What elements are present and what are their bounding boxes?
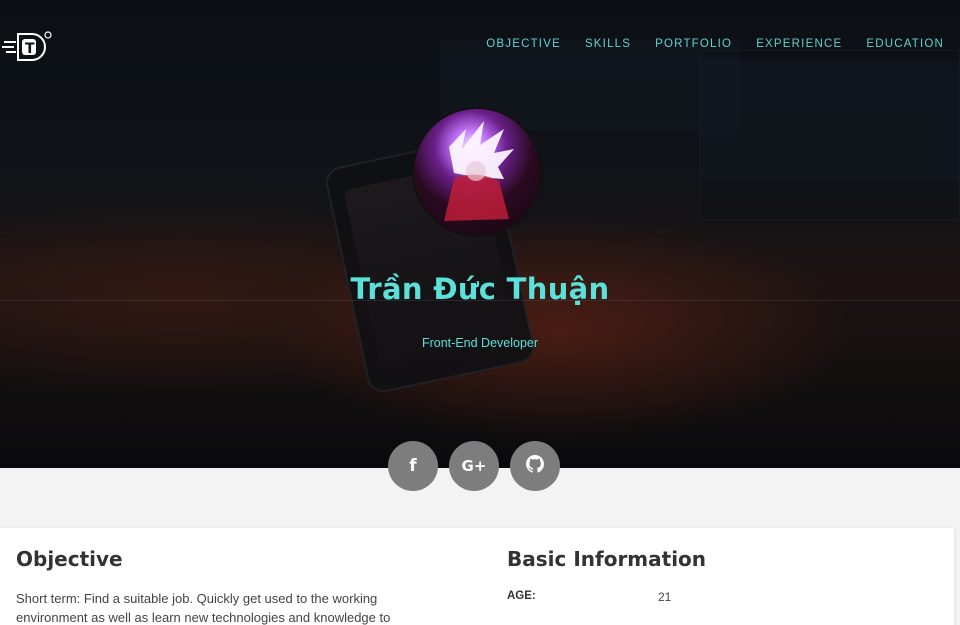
- objective-text: Short term: Find a suitable job. Quickly…: [16, 591, 391, 625]
- google-plus-button[interactable]: G+: [449, 441, 499, 491]
- nav-objective[interactable]: OBJECTIVE: [486, 38, 561, 50]
- hero-name: Trần Đức Thuận: [350, 272, 610, 306]
- nav-education[interactable]: EDUCATION: [866, 38, 944, 50]
- nav-experience[interactable]: EXPERIENCE: [756, 38, 842, 50]
- google-plus-icon: G+: [461, 457, 487, 475]
- basic-info-title: Basic Information: [507, 547, 707, 571]
- brand-logo-icon[interactable]: T: [2, 30, 52, 64]
- social-links: f G+: [388, 441, 560, 491]
- nav-portfolio[interactable]: PORTFOLIO: [655, 38, 732, 50]
- facebook-icon: f: [409, 456, 417, 476]
- nav-skills[interactable]: SKILLS: [585, 38, 631, 50]
- github-button[interactable]: [510, 441, 560, 491]
- hero-banner: T OBJECTIVE SKILLS PORTFOLIO EXPERIENCE …: [0, 0, 960, 468]
- github-icon: [526, 454, 544, 478]
- hero-role: Front-End Developer: [421, 336, 539, 350]
- top-nav: OBJECTIVE SKILLS PORTFOLIO EXPERIENCE ED…: [486, 38, 944, 50]
- logo-letter: T: [25, 41, 35, 57]
- info-label-age: AGE:: [507, 590, 536, 602]
- objective-title: Objective: [16, 547, 123, 571]
- avatar: [412, 107, 542, 237]
- info-value-age: 21: [658, 590, 672, 604]
- facebook-button[interactable]: f: [388, 441, 438, 491]
